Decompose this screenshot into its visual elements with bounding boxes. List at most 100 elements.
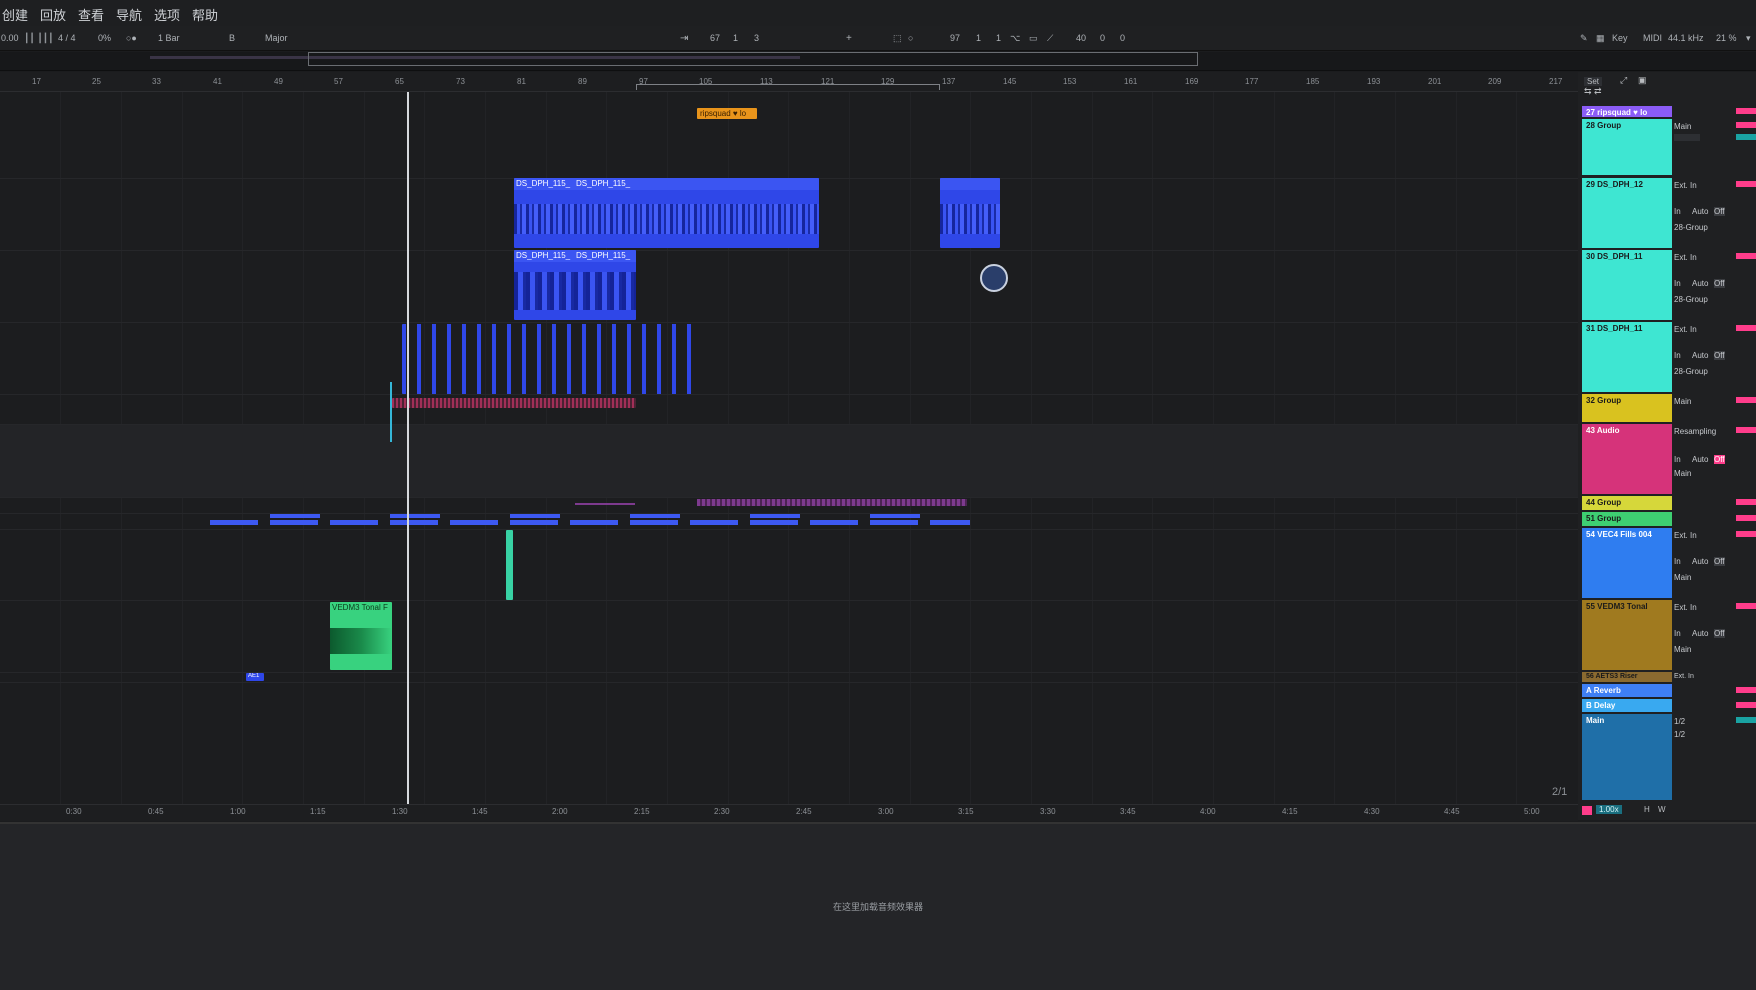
lock-icon[interactable]: ▣ [1638,75,1647,86]
menu-help[interactable]: 帮助 [192,5,218,24]
route-select[interactable]: 28-Group [1674,223,1708,232]
midi-map-button[interactable]: MIDI [1643,33,1662,43]
playhead[interactable] [407,92,409,804]
capture-icon[interactable]: ⬚ [893,33,902,44]
return-track-header[interactable]: A Reverb [1582,684,1672,697]
quantize-select[interactable]: 1 Bar [158,33,180,43]
track-header[interactable]: 51 Group [1582,512,1672,526]
output-select[interactable]: Main [1674,469,1691,478]
group-clip-strip[interactable] [210,520,970,525]
draw-mode-icon[interactable]: ✎ [1580,33,1588,44]
loop-start-sixteenth[interactable]: 1 [996,33,1001,43]
input-select[interactable]: Resampling [1674,427,1716,436]
in-button[interactable]: In [1674,557,1681,566]
audio-clip[interactable]: DS_DPH_115_ DS_DPH_115_ [514,250,636,320]
follow-arrow-icon[interactable]: ⇥ [680,33,688,44]
auto-button[interactable]: Auto [1692,207,1708,216]
arrangement-overview[interactable] [0,52,1756,71]
menu-playback[interactable]: 回放 [40,5,66,24]
send-select[interactable]: 1/2 [1674,717,1685,726]
audio-clip[interactable]: AE1 [246,673,264,681]
audio-lane-43[interactable] [0,425,1578,497]
auto-button[interactable]: Auto [1692,629,1708,638]
group-clip-strip[interactable] [270,514,970,518]
loop-start-beat[interactable]: 1 [976,33,981,43]
audio-clip-group[interactable] [402,324,698,394]
track-header[interactable]: 30 DS_DPH_11 [1582,250,1672,320]
auto-button[interactable]: Auto [1692,279,1708,288]
h-button[interactable]: H [1644,805,1650,814]
audio-clip[interactable] [940,178,1000,248]
in-button[interactable]: In [1674,207,1681,216]
track-header[interactable]: 44 Group [1582,496,1672,510]
bar-ruler[interactable]: 17 25 33 41 49 57 65 73 81 89 97 105 113… [0,72,1578,92]
track-header[interactable]: 29 DS_DPH_12 [1582,178,1672,248]
scale-select[interactable]: Major [265,33,288,43]
input-select[interactable]: Ext. In [1674,253,1697,262]
loop-brace[interactable] [636,84,940,90]
route-select[interactable]: 28-Group [1674,295,1708,304]
input-select[interactable]: Ext. In [1674,181,1697,190]
overview-view-box[interactable] [308,52,1198,66]
menu-navigate[interactable]: 导航 [116,5,142,24]
off-button[interactable]: Off [1714,351,1725,360]
record-arm-icon[interactable] [1582,806,1592,815]
time-ruler[interactable]: 0:30 0:45 1:00 1:15 1:30 1:45 2:00 2:15 … [0,804,1578,821]
off-button[interactable]: Off [1714,455,1725,464]
audio-clip[interactable] [506,530,513,600]
arrangement-view[interactable]: ripsquad ♥ lo DS_DPH_115_ DS_DPH_115_ DS… [0,92,1578,804]
main-track-header[interactable]: Main [1582,714,1672,800]
output-select[interactable]: Main [1674,573,1691,582]
off-button[interactable]: Off [1714,557,1725,566]
loop-length-sixteenth[interactable]: 0 [1120,33,1125,43]
off-button[interactable]: Off [1714,207,1725,216]
group-clip-strip[interactable] [392,398,636,408]
in-button[interactable]: In [1674,351,1681,360]
group-clip-strip[interactable] [697,499,967,506]
punch-in-icon[interactable]: ⌥ [1010,33,1020,44]
track-header[interactable]: 31 DS_DPH_11 [1582,322,1672,392]
track-header[interactable]: 56 AETS3 Riser [1582,672,1672,682]
input-select[interactable]: Ext. In [1674,603,1697,612]
chevron-down-icon[interactable]: ▾ [1746,33,1751,44]
off-button[interactable]: Off [1714,629,1725,638]
arrows-icon[interactable]: ⇆ ⇄ [1584,86,1602,97]
auto-button[interactable]: Auto [1692,557,1708,566]
audio-clip[interactable]: DS_DPH_115_ DS_DPH_115_ [514,178,819,248]
w-button[interactable]: W [1658,805,1666,814]
route-select[interactable]: 28-Group [1674,367,1708,376]
auto-button[interactable]: Auto [1692,455,1708,464]
grid-icon[interactable]: ▦ [1596,33,1605,44]
in-button[interactable]: In [1674,629,1681,638]
track-header[interactable]: 32 Group [1582,394,1672,422]
return-track-header[interactable]: B Delay [1582,699,1672,712]
track-header[interactable]: 55 VEDM3 Tonal [1582,600,1672,670]
input-select[interactable]: Ext. In [1674,325,1697,334]
metronome-icon[interactable]: ┃┃ ┃┃┃ [24,33,54,44]
track-header[interactable]: 28 Group [1582,119,1672,175]
device-view[interactable]: 在这里加载音频效果器 [0,822,1756,990]
loop-switch-icon[interactable]: ▭ [1029,33,1038,44]
position-bar[interactable]: 67 [710,33,720,43]
tempo-display[interactable]: 0.00 [1,33,19,43]
follow-icon[interactable]: ○● [126,33,137,43]
loop-length-beat[interactable]: 0 [1100,33,1105,43]
position-sixteenth[interactable]: 3 [754,33,759,43]
input-select[interactable]: Ext. In [1674,673,1694,680]
send-select[interactable]: 1/2 [1674,730,1685,739]
menu-view[interactable]: 查看 [78,5,104,24]
auto-button[interactable]: Auto [1692,351,1708,360]
zoom-display[interactable]: 1.00x [1596,805,1622,814]
punch-out-icon[interactable]: ⟋ [1047,33,1053,44]
position-beat[interactable]: 1 [733,33,738,43]
loop-length-bar[interactable]: 40 [1076,33,1086,43]
input-select[interactable]: Ext. In [1674,531,1697,540]
in-button[interactable]: In [1674,455,1681,464]
key-select[interactable]: B [229,33,235,43]
track-header[interactable]: 43 Audio [1582,424,1672,494]
track-header[interactable]: 27 ripsquad ♥ lo [1582,106,1672,117]
set-button[interactable]: Set [1584,77,1603,86]
track-header[interactable]: 54 VEC4 Fills 004 [1582,528,1672,598]
menu-options[interactable]: 选项 [154,5,180,24]
loop-icon[interactable]: ○ [908,33,913,43]
